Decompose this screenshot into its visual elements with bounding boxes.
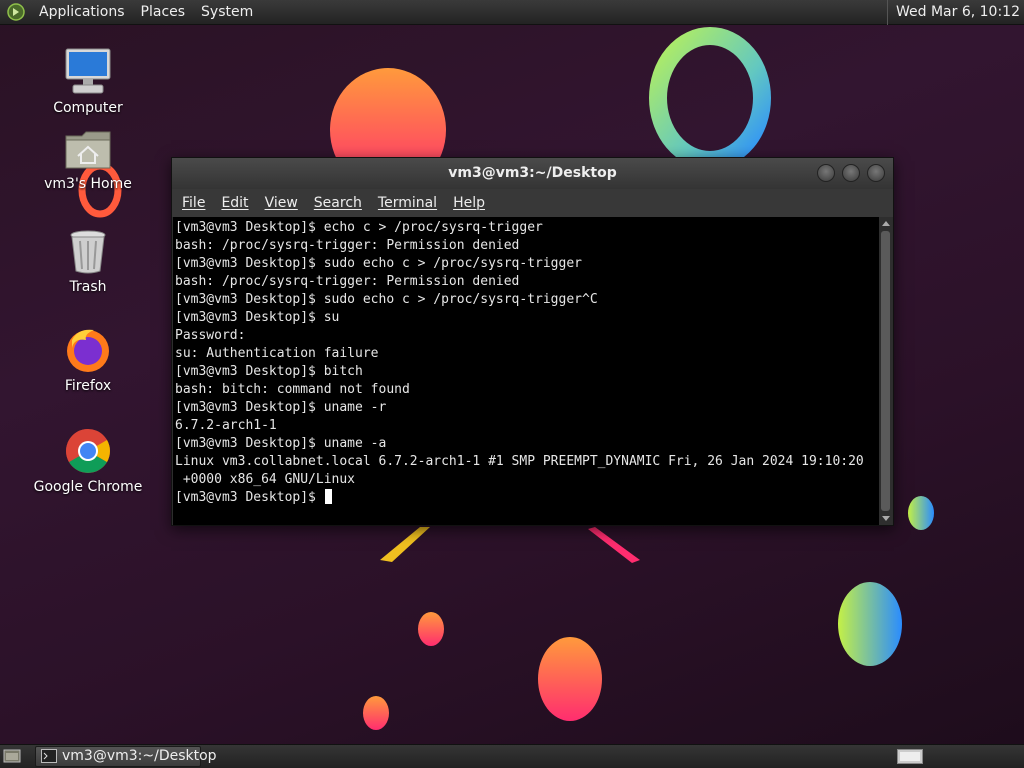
scroll-up-icon[interactable]: [882, 221, 890, 226]
terminal-line: bash: bitch: command not found: [175, 382, 410, 397]
terminal-line: 6.7.2-arch1-1: [175, 418, 277, 433]
desktop-icon-trash[interactable]: Trash: [33, 229, 143, 295]
terminal-icon: [41, 749, 57, 763]
terminal-line: [vm3@vm3 Desktop]$ echo c > /proc/sysrq-…: [175, 220, 543, 235]
menu-view[interactable]: View: [257, 195, 306, 211]
terminal-line: [vm3@vm3 Desktop]$ sudo echo c > /proc/s…: [175, 292, 598, 307]
minimize-button[interactable]: [817, 164, 835, 182]
terminal-prompt: [vm3@vm3 Desktop]$: [175, 490, 324, 505]
workspace-switcher-icon[interactable]: [897, 749, 923, 764]
terminal-line: [vm3@vm3 Desktop]$ uname -a: [175, 436, 387, 451]
computer-icon: [65, 48, 111, 94]
clock[interactable]: Wed Mar 6, 10:12: [887, 0, 1024, 25]
window-title: vm3@vm3:~/Desktop: [448, 165, 617, 181]
desktop-icon-computer[interactable]: Computer: [33, 46, 143, 116]
window-titlebar[interactable]: vm3@vm3:~/Desktop: [172, 158, 893, 189]
terminal-line: su: Authentication failure: [175, 346, 379, 361]
terminal-line: Linux vm3.collabnet.local 6.7.2-arch1-1 …: [175, 454, 864, 469]
firefox-icon: [67, 329, 109, 372]
terminal-line: Password:: [175, 328, 246, 343]
taskbar-item-terminal[interactable]: vm3@vm3:~/Desktop: [35, 746, 217, 767]
menu-help[interactable]: Help: [445, 195, 493, 211]
taskbar-item-label: vm3@vm3:~/Desktop: [62, 748, 217, 764]
desktop-icon-firefox[interactable]: Firefox: [33, 326, 143, 394]
terminal-prompt-line: [vm3@vm3 Desktop]$: [175, 489, 880, 507]
menu-search[interactable]: Search: [306, 195, 370, 211]
show-desktop-icon[interactable]: [3, 748, 21, 764]
terminal-line: [vm3@vm3 Desktop]$ uname -r: [175, 400, 387, 415]
applications-menu[interactable]: Applications: [31, 0, 133, 25]
bottom-panel: vm3@vm3:~/Desktop: [0, 744, 1024, 768]
distro-logo-icon[interactable]: [7, 3, 25, 21]
trash-icon: [70, 230, 106, 274]
places-menu[interactable]: Places: [133, 0, 194, 25]
terminal-line: +0000 x86_64 GNU/Linux: [175, 472, 356, 487]
desktop-icon-label: Firefox: [64, 378, 112, 394]
terminal-menubar: File Edit View Search Terminal Help: [172, 189, 893, 217]
terminal-scrollbar[interactable]: [879, 217, 892, 525]
terminal-line: [vm3@vm3 Desktop]$ sudo echo c > /proc/s…: [175, 256, 582, 271]
scroll-thumb[interactable]: [881, 231, 890, 511]
system-menu[interactable]: System: [193, 0, 261, 25]
menu-file[interactable]: File: [174, 195, 213, 211]
close-button[interactable]: [867, 164, 885, 182]
terminal-line: bash: /proc/sysrq-trigger: Permission de…: [175, 274, 520, 289]
menu-terminal[interactable]: Terminal: [370, 195, 445, 211]
terminal-line: [vm3@vm3 Desktop]$ su: [175, 310, 340, 325]
chrome-icon: [66, 429, 110, 473]
terminal-output[interactable]: [vm3@vm3 Desktop]$ echo c > /proc/sysrq-…: [173, 217, 880, 525]
desktop-icon-chrome[interactable]: Google Chrome: [33, 427, 143, 495]
terminal-line: bash: /proc/sysrq-trigger: Permission de…: [175, 238, 520, 253]
desktop-icon-label: Computer: [53, 100, 123, 116]
desktop-icon-label: Google Chrome: [33, 479, 143, 495]
maximize-button[interactable]: [842, 164, 860, 182]
scroll-down-icon[interactable]: [882, 516, 890, 521]
text-cursor: [324, 489, 332, 504]
menu-edit[interactable]: Edit: [213, 195, 256, 211]
terminal-line: [vm3@vm3 Desktop]$ bitch: [175, 364, 363, 379]
top-panel: Applications Places System Wed Mar 6, 10…: [0, 0, 1024, 25]
desktop-icon-label: Trash: [69, 279, 107, 295]
home-folder-icon: [65, 131, 111, 169]
desktop-icon-label: vm3's Home: [44, 176, 132, 192]
desktop-icon-home[interactable]: vm3's Home: [33, 128, 143, 192]
terminal-window[interactable]: vm3@vm3:~/Desktop File Edit View Search …: [171, 157, 894, 526]
